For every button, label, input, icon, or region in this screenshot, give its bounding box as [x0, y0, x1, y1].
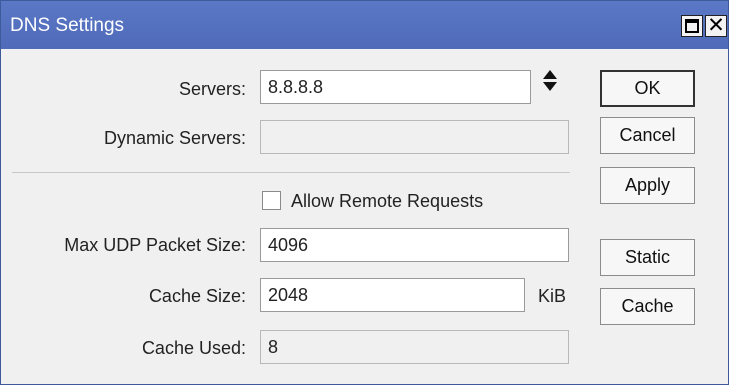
servers-input[interactable]: 8.8.8.8: [260, 70, 531, 104]
apply-button[interactable]: Apply: [600, 167, 695, 204]
separator: [12, 172, 570, 173]
close-icon: ✕: [707, 14, 725, 37]
dynamic-servers-label: Dynamic Servers:: [103, 128, 246, 148]
allow-remote-requests-label[interactable]: Allow Remote Requests: [291, 191, 483, 212]
cache-button[interactable]: Cache: [600, 288, 695, 325]
spinner-up-icon[interactable]: [543, 70, 557, 79]
allow-remote-requests-checkbox[interactable]: [262, 191, 281, 210]
cancel-button[interactable]: Cancel: [600, 117, 695, 154]
ok-button[interactable]: OK: [600, 70, 695, 107]
max-udp-packet-size-input[interactable]: 4096: [260, 228, 569, 262]
maximize-icon: [685, 19, 699, 33]
cache-size-unit: KiB: [538, 286, 567, 306]
cache-used-label: Cache Used:: [141, 338, 246, 358]
dynamic-servers-field: [260, 120, 569, 154]
servers-label: Servers:: [178, 79, 246, 99]
dns-settings-window: DNS Settings ✕ Servers: 8.8.8.8 Dynamic …: [0, 0, 729, 385]
max-udp-packet-size-label: Max UDP Packet Size:: [64, 235, 246, 255]
cache-size-input[interactable]: 2048: [260, 278, 525, 312]
close-button[interactable]: ✕: [705, 14, 727, 37]
cache-size-label: Cache Size:: [148, 286, 246, 306]
servers-spinner-icon[interactable]: [543, 70, 557, 92]
title-bar[interactable]: DNS Settings ✕: [1, 1, 728, 49]
cache-used-field: 8: [260, 330, 569, 364]
window-title: DNS Settings: [10, 15, 125, 36]
static-button[interactable]: Static: [600, 239, 695, 276]
maximize-button[interactable]: [681, 15, 703, 37]
spinner-down-icon[interactable]: [543, 82, 557, 91]
